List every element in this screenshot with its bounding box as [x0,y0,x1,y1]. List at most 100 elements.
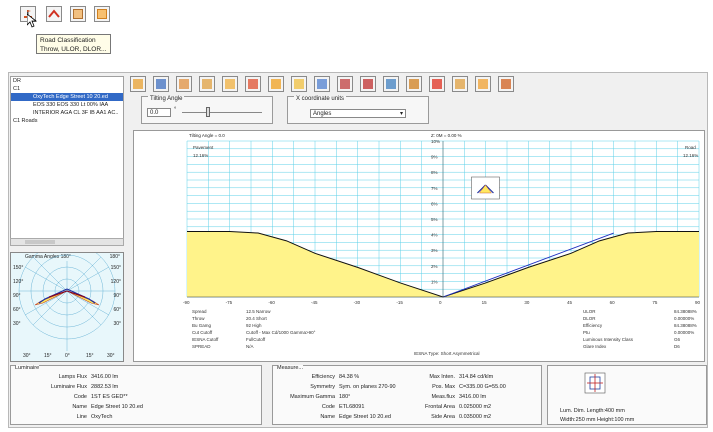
camera-icon[interactable] [176,76,192,92]
tree-item[interactable]: DR [11,77,123,85]
luminaire-tree[interactable]: DR C1 OxyTech Edge Street 10 20.ed EOS 330 … [10,76,124,242]
lamp-post-icon[interactable] [406,76,422,92]
table-icon-glyph [455,79,465,89]
y-tick-label: 8% [431,170,438,175]
x-coordinate-select[interactable]: Angles ▾ [310,109,406,118]
tilting-angle-label: Tilting Angle [148,96,185,102]
luminaire-panel-title: Luminaire [15,365,40,371]
document-icon[interactable] [291,76,307,92]
row-key: Name [72,404,87,410]
row-key: Side Area [431,414,455,420]
y-tick-label: 10% [431,139,440,144]
row-key: Max Inten. [429,374,455,380]
disk-icon-glyph [363,79,373,89]
tree-item[interactable]: INTERIOR AGA CL 3F IB AA1 AC.. [11,109,123,117]
x-coordinate-label: X coordinate units [294,96,347,102]
row-key: Efficiency [311,374,335,380]
polar-diagram: Gamma Angles 180° 180° 150° 120° 90° 60° 30°… [10,252,124,362]
info-value: 0.00000% [674,330,695,335]
row-value: 180° [339,394,351,400]
row-value: 314.84 cd/klm [459,374,494,380]
row-key: Maximum Gamma [290,394,335,400]
lamp-post-icon-glyph [409,79,419,89]
polar-angle-label: 0° [65,353,70,359]
scrollbar-thumb[interactable] [25,240,55,244]
row-key: Name [320,414,335,420]
tree-item[interactable]: C1 Roads [11,117,123,125]
info-key: Throw [192,316,205,321]
measure-row: Maximum Gamma 180° [277,394,350,400]
tree-scrollbar[interactable] [10,238,124,246]
polar-angle-label: 150° [110,265,121,271]
tooltip-line: Road Classification [40,37,96,44]
tree-item[interactable]: OxyTech Edge Street 10 20.ed [11,93,123,101]
info-key: Luminous Intensity Class [583,337,634,342]
measure-row: Frontal Area 0.025000 m2 [413,404,491,410]
disk-icon[interactable] [360,76,376,92]
info-value: 92 High [246,323,262,328]
tilting-angle-input[interactable]: 0.0 [147,108,171,117]
chart-corner-label: Road [685,145,696,150]
grid-icon-glyph [317,79,327,89]
cutoff-chart: 10% 9% 8% 7% 6% 5% 4% 3% 2% 1% -90 -75 -60 -45 -30 -15 0… [183,139,701,305]
photo-icon-glyph [225,79,235,89]
info-key: Cut Cutoff [192,330,213,335]
lamp-icon[interactable] [245,76,261,92]
row-value: ETL68091 [339,404,365,410]
x-coordinate-group: X coordinate units Angles ▾ [287,96,429,124]
y-tick-label: 7% [431,186,438,191]
info-key: IESNA Cutoff [192,337,219,342]
settings-icon[interactable] [475,76,491,92]
luminaire-dimension-icon [584,372,606,394]
info-key: Ptu [583,330,590,335]
row-key: Line [76,414,87,420]
x-tick-label: -90 [183,300,190,305]
table-icon[interactable] [153,76,169,92]
grid-icon[interactable] [94,6,110,22]
info-key: Spread [192,309,207,314]
tree-item[interactable]: EOS 330 EOS 330 Lt 00% IAA [11,101,123,109]
x-tick-label: 75 [652,300,658,305]
warning-icon[interactable] [268,76,284,92]
x-coordinate-value: Angles [313,111,332,117]
measure-row: Efficiency 84.38 % [277,374,360,380]
info-value: 12.5 Narrow [246,309,271,314]
info-value: 20.4 Short [246,316,267,321]
row-key: Symmetry [310,384,335,390]
row-key: Meas.flux [431,394,455,400]
photo-icon[interactable] [222,76,238,92]
y-tick-label: 2% [431,264,438,269]
info-value: Cutoff - Max Cd/1000 Gamma>90° [246,330,316,335]
table-icon[interactable] [70,6,86,22]
pencil-icon[interactable] [130,76,146,92]
info-value: 84.38088% [674,323,697,328]
report-icon[interactable] [337,76,353,92]
row-key: Code [321,404,335,410]
grid-icon[interactable] [314,76,330,92]
tree-item[interactable]: C1 [11,85,123,93]
polar-icon[interactable] [383,76,399,92]
x-tick-label: -30 [354,300,361,305]
chevron-down-icon: ▾ [399,111,403,117]
tooltip-line: Throw, ULOR, DLOR... [40,46,107,53]
chart-icon[interactable] [199,76,215,92]
polar-angle-label: 30° [13,321,21,327]
roof-icon[interactable] [46,6,62,22]
road-icon[interactable] [498,76,514,92]
chart-area: Tilting Angle = 0.0 Z: 0M = 0.00 % 10% 9%… [133,130,705,362]
table-icon[interactable] [452,76,468,92]
row-value: Sym. on planes 270-90 [339,384,396,390]
row-value: 84.38 % [339,374,360,380]
dimensions-panel: Lum. Dim. Length:400 mm Width:250 mm Hei… [547,365,707,425]
roof-icon[interactable] [429,76,445,92]
polar-angle-label: 30° [113,321,121,327]
dimension-width-height: Width:250 mm Height:100 mm [560,417,635,423]
pencil-icon-glyph [133,79,143,89]
info-value: FullCutoff [246,337,266,342]
polar-angle-label: 15° [86,353,94,359]
tilting-angle-slider-track[interactable] [182,112,262,113]
info-value: 84.38088% [674,309,697,314]
polar-angle-label: 15° [44,353,52,359]
polar-angle-label: 60° [13,307,21,313]
tilting-angle-slider-handle[interactable] [206,107,210,117]
